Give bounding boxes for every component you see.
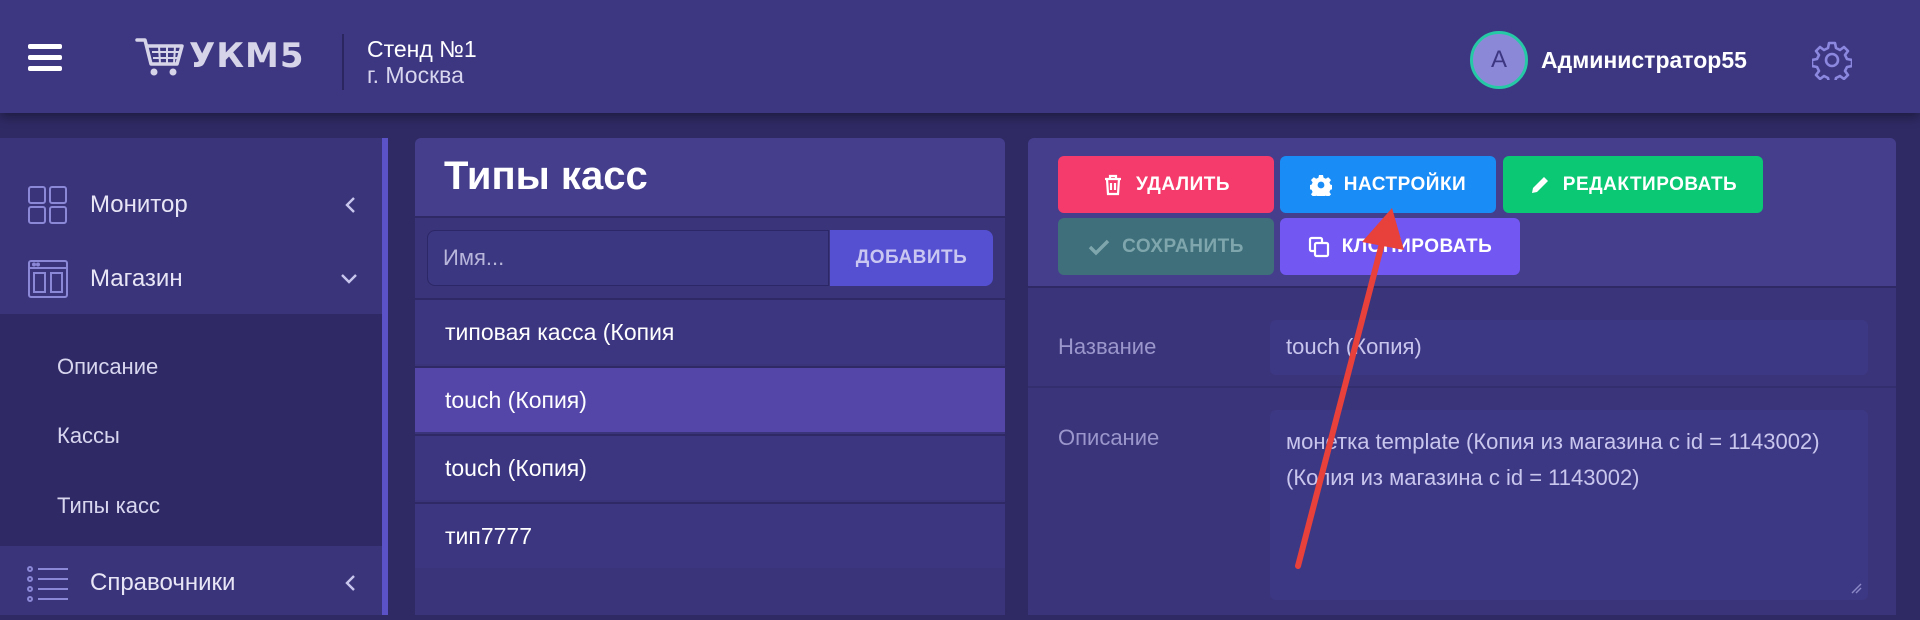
- store-name: Стенд №1: [367, 36, 477, 62]
- settings-button-label: НАСТРОЙКИ: [1343, 173, 1467, 195]
- sidebar-subitem-cashdesks[interactable]: Кассы: [57, 423, 120, 449]
- description-textarea[interactable]: монетка template (Копия из магазина с id…: [1270, 410, 1868, 600]
- panel-header: Типы касс: [415, 138, 1005, 218]
- page-title: Типы касс: [444, 154, 648, 198]
- form-divider: [1028, 386, 1896, 388]
- sidebar-item-label: Монитор: [90, 191, 188, 218]
- sidebar-scrollbar[interactable]: [382, 138, 388, 615]
- sidebar-subitem-cashdesk-types[interactable]: Типы касс: [57, 493, 160, 519]
- hamburger-menu-icon[interactable]: [28, 44, 62, 72]
- name-field[interactable]: touch (Копия): [1270, 320, 1868, 375]
- shopping-cart-icon: [135, 38, 184, 76]
- sidebar-item-monitor[interactable]: Монитор: [0, 168, 382, 242]
- checkmark-icon: [1088, 239, 1110, 255]
- delete-button-label: УДАЛИТЬ: [1135, 173, 1231, 195]
- settings-button[interactable]: НАСТРОЙКИ: [1280, 156, 1496, 213]
- name-search-input[interactable]: [427, 230, 829, 286]
- copy-icon: [1308, 236, 1329, 257]
- user-avatar[interactable]: А: [1470, 31, 1528, 89]
- trash-icon: [1104, 174, 1121, 195]
- sidebar: Монитор Магазин Описание Кассы Типы касс: [0, 138, 382, 615]
- store-icon: [28, 260, 68, 298]
- top-header: УКМ5 Стенд №1 г. Москва А Администратор5…: [0, 0, 1920, 113]
- sidebar-subitem-description[interactable]: Описание: [57, 354, 158, 380]
- app-logo[interactable]: УКМ5: [135, 34, 305, 78]
- store-city: г. Москва: [367, 62, 464, 88]
- list-item[interactable]: touch (Копия): [415, 434, 1005, 500]
- chevron-left-icon: [345, 197, 355, 213]
- save-button[interactable]: СОХРАНИТЬ: [1058, 218, 1274, 275]
- delete-button[interactable]: УДАЛИТЬ: [1058, 156, 1274, 213]
- description-text: монетка template (Копия из магазина с id…: [1286, 429, 1820, 490]
- sidebar-item-references[interactable]: Справочники: [0, 546, 382, 620]
- gear-icon: [1309, 174, 1332, 196]
- description-field-label: Описание: [1058, 425, 1160, 450]
- list-item[interactable]: типовая касса (Копия: [415, 298, 1005, 364]
- sidebar-item-label: Магазин: [90, 265, 183, 292]
- edit-button[interactable]: РЕДАКТИРОВАТЬ: [1503, 156, 1763, 213]
- details-panel: УДАЛИТЬ НАСТРОЙКИ РЕДАКТИРОВАТЬ СОХРАНИТ…: [1028, 138, 1896, 615]
- edit-button-label: РЕДАКТИРОВАТЬ: [1562, 173, 1738, 195]
- clone-button-label: КЛОНИРОВАТЬ: [1341, 235, 1493, 257]
- chevron-left-icon: [345, 575, 355, 591]
- user-name[interactable]: Администратор55: [1541, 47, 1747, 74]
- sidebar-item-store[interactable]: Магазин: [0, 242, 382, 316]
- name-field-label: Название: [1058, 334, 1157, 359]
- grid-icon: [28, 186, 67, 224]
- chevron-down-icon: [341, 274, 357, 284]
- header-divider: [342, 34, 344, 90]
- resize-handle-icon[interactable]: [1850, 582, 1862, 594]
- list-icon: [27, 566, 68, 602]
- settings-gear-icon[interactable]: [1812, 40, 1852, 80]
- cashdesk-types-panel: Типы касс ДОБАВИТЬ типовая касса (Копия …: [415, 138, 1005, 615]
- logo-text: УКМ5: [189, 36, 305, 76]
- sidebar-item-label: Справочники: [90, 569, 236, 596]
- list-item[interactable]: тип7777: [415, 502, 1005, 568]
- add-button[interactable]: ДОБАВИТЬ: [830, 230, 993, 286]
- sidebar-submenu: Описание Кассы Типы касс: [0, 314, 382, 546]
- pencil-icon: [1531, 176, 1548, 193]
- list-item-selected[interactable]: touch (Копия): [415, 366, 1005, 432]
- clone-button[interactable]: КЛОНИРОВАТЬ: [1280, 218, 1520, 275]
- save-button-label: СОХРАНИТЬ: [1122, 235, 1244, 257]
